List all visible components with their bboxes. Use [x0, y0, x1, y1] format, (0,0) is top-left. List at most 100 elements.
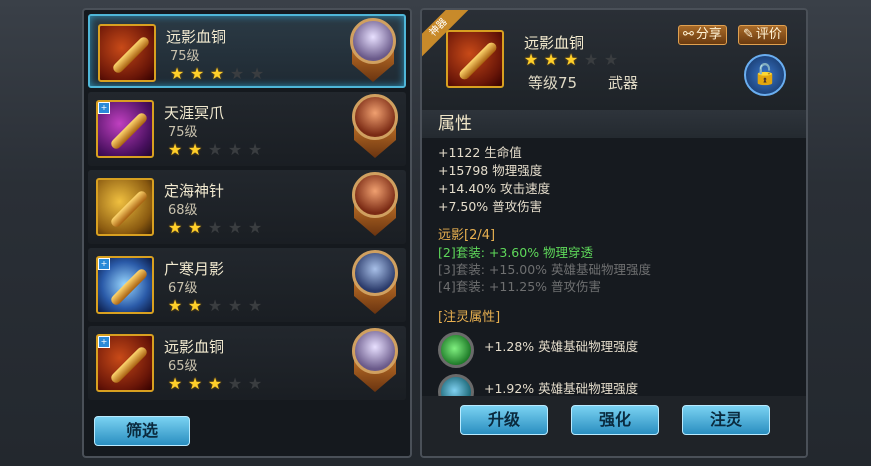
hero-portrait[interactable]: [350, 250, 400, 316]
equipment-name: 天涯冥爪: [164, 104, 225, 122]
weapon-icon: [109, 345, 149, 385]
star-icon: ★: [167, 296, 183, 315]
filter-button[interactable]: 筛选: [94, 416, 190, 446]
star-icon: ★: [603, 50, 619, 69]
star-rating: ★ ★ ★ ★ ★: [168, 66, 266, 82]
star-icon: ★: [583, 50, 599, 69]
star-icon: ★: [187, 218, 203, 237]
mace-icon: [457, 40, 499, 82]
star-icon: ★: [247, 140, 263, 159]
star-rating: ★ ★ ★ ★ ★: [166, 220, 264, 236]
spirit-title: [注灵属性]: [438, 310, 501, 325]
equipment-list-item[interactable]: 远影血铜 75级 ★ ★ ★ ★ ★: [88, 14, 406, 88]
weapon-icon: [111, 35, 151, 75]
star-icon: ★: [167, 218, 183, 237]
rate-label: 评价: [755, 27, 782, 42]
equipment-level: 65级: [168, 359, 198, 374]
hero-avatar: [352, 328, 398, 374]
stat-line: +7.50% 普攻伤害: [438, 199, 543, 214]
spirit-orb-icon: [438, 332, 474, 368]
star-rating: ★ ★ ★ ★ ★: [166, 142, 264, 158]
hero-avatar: [352, 250, 398, 296]
star-icon: ★: [563, 50, 579, 69]
hero-portrait[interactable]: [350, 94, 400, 160]
equipment-thumbnail: [98, 24, 156, 82]
rate-button[interactable]: ✎ 评价: [738, 25, 787, 45]
equipment-thumbnail: [96, 178, 154, 236]
upgrade-button[interactable]: 升级: [460, 405, 548, 435]
equipment-level: 75级: [168, 125, 198, 140]
star-icon: ★: [167, 374, 183, 393]
star-icon: ★: [247, 296, 263, 315]
equipment-thumbnail: +: [96, 100, 154, 158]
star-icon: ★: [229, 64, 245, 83]
hero-avatar: [352, 172, 398, 218]
weapon-icon: [109, 111, 149, 151]
share-icon: ⚯: [683, 27, 694, 42]
game-screen: 远影血铜 75级 ★ ★ ★ ★ ★ + 天涯冥爪 75级 ★ ★ ★ ★ ★ 定海神针 68级…: [0, 0, 871, 466]
star-icon: ★: [227, 140, 243, 159]
equipment-list-item[interactable]: + 远影血铜 65级 ★ ★ ★ ★ ★: [88, 326, 406, 400]
star-icon: ★: [207, 140, 223, 159]
star-icon: ★: [227, 374, 243, 393]
unlock-icon: 🔓: [752, 62, 778, 86]
equipment-list-item[interactable]: 定海神针 68级 ★ ★ ★ ★ ★: [88, 170, 406, 244]
equipment-list-item[interactable]: + 天涯冥爪 75级 ★ ★ ★ ★ ★: [88, 92, 406, 166]
equipment-name: 远影血铜: [164, 338, 225, 356]
star-icon: ★: [247, 218, 263, 237]
equipment-level: 67级: [168, 281, 198, 296]
detail-header: 神器 远影血铜 ★ ★ ★ ★ ★ 等级75 武器 ⚯ 分享 ✎ 评价 🔓: [422, 10, 806, 110]
star-icon: ★: [227, 218, 243, 237]
star-icon: ★: [169, 64, 185, 83]
hero-portrait[interactable]: [348, 18, 398, 84]
hero-portrait[interactable]: [350, 328, 400, 394]
attributes-title: 属性: [422, 110, 806, 138]
set-title: 远影[2/4]: [438, 228, 496, 243]
weapon-thumbnail: [446, 30, 504, 88]
detail-type: 武器: [608, 74, 639, 92]
stat-line: +15798 物理强度: [438, 163, 543, 178]
set-bonus-line: [4]套装: +11.25% 普攻伤害: [438, 279, 602, 294]
equipment-name: 定海神针: [164, 182, 225, 200]
star-icon: ★: [207, 374, 223, 393]
detail-level: 等级75: [528, 74, 578, 92]
share-label: 分享: [695, 27, 722, 42]
detail-stars: ★ ★ ★ ★ ★: [522, 52, 620, 68]
infuse-button[interactable]: 注灵: [682, 405, 770, 435]
equipment-name: 广寒月影: [164, 260, 225, 278]
weapon-icon: [109, 267, 149, 307]
equipment-level: 68级: [168, 203, 198, 218]
star-icon: ★: [227, 296, 243, 315]
star-icon: ★: [523, 50, 539, 69]
star-rating: ★ ★ ★ ★ ★: [166, 298, 264, 314]
upgrade-badge: +: [98, 258, 110, 270]
hero-avatar: [352, 94, 398, 140]
upgrade-badge: +: [98, 102, 110, 114]
equipment-thumbnail: +: [96, 334, 154, 392]
star-icon: ★: [187, 296, 203, 315]
spirit-stat: +1.92% 英雄基础物理强度: [484, 381, 639, 396]
equipment-thumbnail: +: [96, 256, 154, 314]
star-icon: ★: [189, 64, 205, 83]
equipment-list-item[interactable]: + 广寒月影 67级 ★ ★ ★ ★ ★: [88, 248, 406, 322]
star-rating: ★ ★ ★ ★ ★: [166, 376, 264, 392]
unlock-button[interactable]: 🔓: [744, 54, 786, 96]
stat-line: +1122 生命值: [438, 145, 522, 160]
hero-avatar: [350, 18, 396, 64]
star-icon: ★: [167, 140, 183, 159]
star-icon: ★: [207, 218, 223, 237]
stat-line: +14.40% 攻击速度: [438, 181, 551, 196]
equipment-level: 75级: [170, 49, 200, 64]
equipment-detail-panel: 神器 远影血铜 ★ ★ ★ ★ ★ 等级75 武器 ⚯ 分享 ✎ 评价 🔓 属性 +11…: [420, 8, 808, 458]
equipment-name: 远影血铜: [166, 28, 227, 46]
equipment-list-panel[interactable]: 远影血铜 75级 ★ ★ ★ ★ ★ + 天涯冥爪 75级 ★ ★ ★ ★ ★ 定海神针 68级…: [82, 8, 412, 458]
star-icon: ★: [207, 296, 223, 315]
star-icon: ★: [187, 374, 203, 393]
share-button[interactable]: ⚯ 分享: [678, 25, 727, 45]
enhance-button[interactable]: 强化: [571, 405, 659, 435]
star-icon: ★: [249, 64, 265, 83]
upgrade-badge: +: [98, 336, 110, 348]
hero-portrait[interactable]: [350, 172, 400, 238]
spirit-stat: +1.28% 英雄基础物理强度: [484, 339, 639, 354]
star-icon: ★: [247, 374, 263, 393]
